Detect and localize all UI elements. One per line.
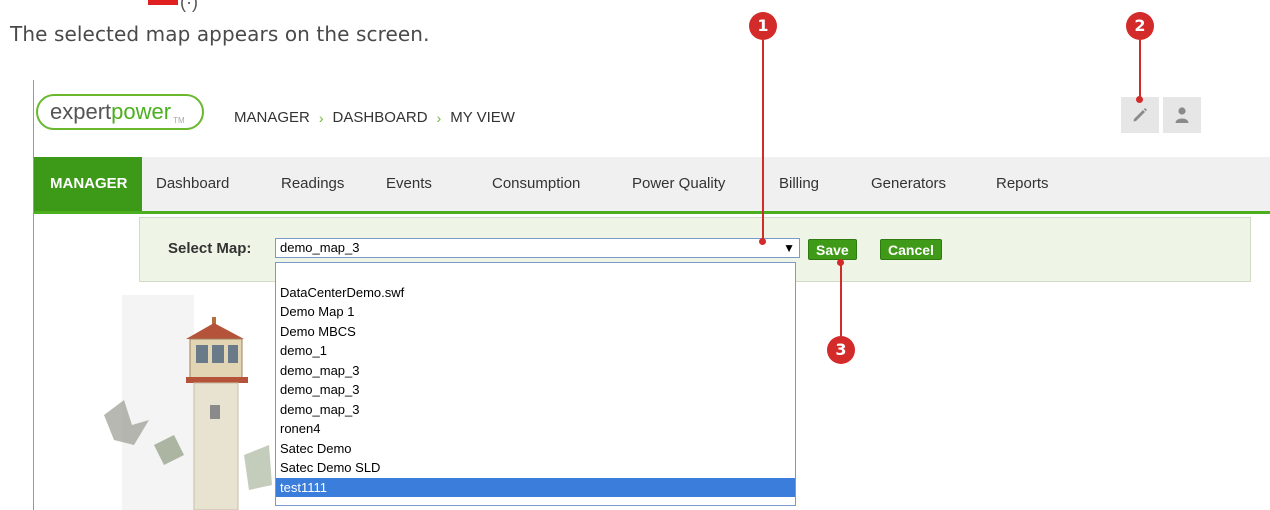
callout-2-line — [1139, 40, 1141, 98]
user-button[interactable] — [1163, 97, 1201, 133]
breadcrumb-dashboard[interactable]: DASHBOARD — [333, 109, 428, 126]
breadcrumb-my-view: MY VIEW — [450, 109, 515, 126]
list-item[interactable]: DataCenterDemo.swf — [276, 283, 795, 303]
save-button[interactable]: Save — [808, 239, 857, 260]
nav-item-events[interactable]: Events — [386, 157, 432, 211]
logo-word-power: power — [111, 99, 172, 124]
lighthouse-illustration — [104, 317, 272, 510]
nav-item-reports[interactable]: Reports — [996, 157, 1049, 211]
chevron-right-icon: › — [318, 109, 324, 126]
callout-1: 1 — [749, 12, 777, 40]
map-image — [94, 295, 274, 510]
list-item[interactable]: Satec Demo SLD — [276, 458, 795, 478]
list-item[interactable]: demo_map_3 — [276, 380, 795, 400]
app-screenshot: expertpower TM MANAGER › DASHBOARD › MY V… — [33, 80, 1270, 510]
callout-2-dot — [1136, 96, 1143, 103]
nav-item-generators[interactable]: Generators — [871, 157, 946, 211]
list-item-selected[interactable]: test1111 — [276, 477, 795, 497]
map-select[interactable]: demo_map_3 ▼ — [275, 238, 800, 258]
caption-text: The selected map appears on the screen. — [10, 22, 430, 46]
callout-2: 2 — [1126, 12, 1154, 40]
list-item[interactable] — [276, 263, 795, 283]
list-item[interactable]: Satec Demo — [276, 439, 795, 459]
callout-3-line — [840, 262, 842, 336]
nav-item-manager[interactable]: MANAGER — [34, 157, 142, 211]
nav-item-consumption[interactable]: Consumption — [492, 157, 580, 211]
dropdown-arrow-icon[interactable]: ▼ — [783, 239, 795, 257]
chevron-right-icon: › — [436, 109, 442, 126]
nav-item-dashboard[interactable]: Dashboard — [156, 157, 229, 211]
logo-word-expert: expert — [50, 99, 112, 124]
logo-tm: TM — [173, 116, 185, 125]
list-item[interactable]: ronen4 — [276, 419, 795, 439]
top-red-marker — [148, 0, 178, 5]
expertpower-logo[interactable]: expertpower TM — [36, 94, 204, 130]
nav-item-power-quality[interactable]: Power Quality — [632, 157, 725, 211]
list-item[interactable]: demo_map_3 — [276, 361, 795, 381]
callout-3-dot — [837, 259, 844, 266]
breadcrumb: MANAGER › DASHBOARD › MY VIEW — [234, 109, 515, 126]
map-select-value: demo_map_3 — [280, 240, 360, 255]
partial-top-text: (·) — [180, 0, 198, 12]
list-item[interactable]: Demo Map 1 — [276, 302, 795, 322]
nav-item-readings[interactable]: Readings — [281, 157, 344, 211]
app-header: expertpower TM MANAGER › DASHBOARD › MY V… — [34, 80, 1270, 157]
list-item[interactable]: demo_map_3 — [276, 400, 795, 420]
list-item[interactable]: Demo MBCS — [276, 322, 795, 342]
main-nav: MANAGER Dashboard Readings Events Consum… — [34, 157, 1270, 214]
map-dropdown-list: DataCenterDemo.swf Demo Map 1 Demo MBCS … — [275, 262, 796, 506]
nav-item-billing[interactable]: Billing — [779, 157, 819, 211]
list-item[interactable]: demo_1 — [276, 341, 795, 361]
callout-1-line — [762, 40, 764, 240]
pencil-icon — [1133, 108, 1147, 122]
select-map-label: Select Map: — [168, 240, 252, 257]
callout-1-dot — [759, 238, 766, 245]
callout-3: 3 — [827, 336, 855, 364]
breadcrumb-manager[interactable]: MANAGER — [234, 109, 310, 126]
cancel-button[interactable]: Cancel — [880, 239, 942, 260]
user-icon — [1175, 107, 1189, 123]
